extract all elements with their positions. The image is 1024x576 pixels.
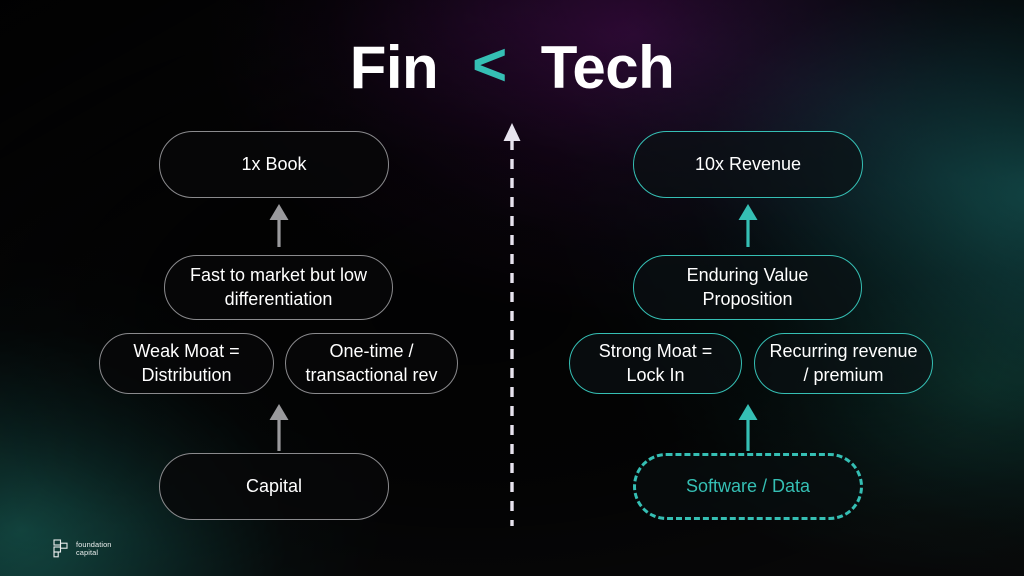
logo-line-2: capital (76, 547, 99, 557)
box-tech-middle-label: Enduring Value Proposition (686, 265, 809, 309)
box-fin-one-time-rev[interactable]: One-time / transactional rev (285, 333, 458, 394)
slide-title: Fin < Tech (0, 31, 1024, 101)
box-tech-strong-moat[interactable]: Strong Moat = Lock In (569, 333, 742, 394)
box-fin-one-time-rev-label: One-time / transactional rev (305, 341, 438, 385)
box-fin-weak-moat-label: Weak Moat = Distribution (133, 341, 240, 385)
arrow-fin-capital-to-moat (262, 403, 296, 456)
box-tech-software-data[interactable]: Software / Data (633, 453, 863, 520)
box-fin-middle-label: Fast to market but low differentiation (189, 265, 368, 309)
title-word-tech: Tech (540, 34, 675, 101)
arrow-tech-software-to-moat (731, 403, 765, 456)
arrow-fin-middle-to-top (262, 203, 296, 252)
box-fin-middle[interactable]: Fast to market but low differentiation (164, 255, 393, 320)
box-fin-capital-label: Capital (245, 475, 303, 496)
foundation-capital-wordmark: foundation capital (76, 540, 112, 557)
box-tech-recurring-revenue-label: Recurring revenue / premium (769, 341, 918, 385)
arrow-tech-middle-to-top (731, 203, 765, 252)
foundation-capital-logo: foundation capital (53, 539, 112, 558)
box-tech-top-label: 10x Revenue (694, 153, 802, 174)
box-fin-capital[interactable]: Capital (159, 453, 389, 520)
title-less-than-symbol: < (472, 31, 507, 98)
box-fin-top-label: 1x Book (241, 153, 307, 174)
foundation-capital-mark-icon (53, 539, 68, 558)
box-tech-middle[interactable]: Enduring Value Proposition (633, 255, 862, 320)
box-fin-top[interactable]: 1x Book (159, 131, 389, 198)
center-divider-arrow (486, 122, 538, 531)
box-tech-software-data-label: Software / Data (685, 475, 811, 496)
box-tech-recurring-revenue[interactable]: Recurring revenue / premium (754, 333, 933, 394)
slide-canvas: Fin < Tech 1x Book Fast to market but low … (0, 0, 1024, 576)
box-fin-weak-moat[interactable]: Weak Moat = Distribution (99, 333, 274, 394)
title-word-fin: Fin (349, 34, 439, 101)
box-tech-strong-moat-label: Strong Moat = Lock In (598, 341, 713, 385)
box-tech-top[interactable]: 10x Revenue (633, 131, 863, 198)
